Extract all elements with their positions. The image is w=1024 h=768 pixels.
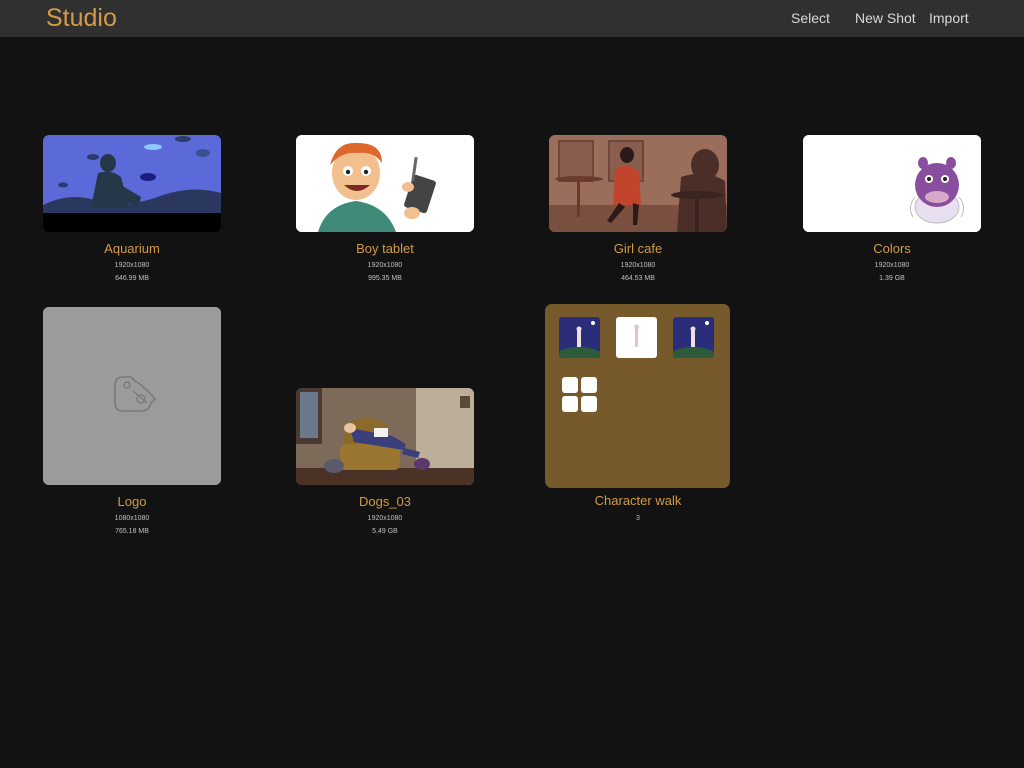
shot-name: Logo [117, 494, 147, 509]
app-title: Studio [46, 4, 117, 32]
shot-resolution: 1080x1080 [114, 515, 150, 522]
logo-thumbnail[interactable] [43, 307, 221, 485]
shot-name: Aquarium [104, 241, 160, 256]
shot-name: Boy tablet [356, 241, 414, 256]
shot-size: 646.99 MB [115, 275, 149, 282]
girl-cafe-thumbnail[interactable] [549, 135, 727, 232]
shot-size: 765.18 MB [115, 528, 149, 535]
folder-item-thumbnail [559, 317, 600, 358]
folder-item-thumbnail [616, 317, 657, 358]
shot-size: 1.39 GB [879, 275, 905, 282]
grid-icon[interactable] [562, 377, 598, 413]
logo-placeholder-icon [43, 307, 221, 485]
shot-name: Colors [873, 241, 911, 256]
shot-size: 464.53 MB [621, 275, 655, 282]
dogs-03-thumbnail[interactable] [296, 388, 474, 485]
folder-name: Character walk [594, 493, 682, 508]
new-shot-button[interactable]: New Shot [855, 10, 916, 26]
shot-resolution: 1920x1080 [620, 262, 656, 269]
shot-resolution: 1920x1080 [367, 515, 403, 522]
colors-thumbnail[interactable] [803, 135, 981, 232]
shot-name: Dogs_03 [358, 494, 412, 509]
select-button[interactable]: Select [791, 10, 830, 26]
folder-item-thumbnail [673, 317, 714, 358]
shot-name: Girl cafe [613, 241, 663, 256]
import-button[interactable]: Import [929, 10, 969, 26]
folder-count: 3 [636, 515, 640, 522]
shot-size: 995.35 MB [368, 275, 402, 282]
shot-resolution: 1920x1080 [874, 262, 910, 269]
shot-resolution: 1920x1080 [367, 262, 403, 269]
boy-tablet-thumbnail[interactable] [296, 135, 474, 232]
shot-size: 5.49 GB [372, 528, 398, 535]
shot-resolution: 1920x1080 [114, 262, 150, 269]
aquarium-thumbnail[interactable] [43, 135, 221, 232]
top-bar: Studio Select New Shot Import [0, 0, 1024, 37]
